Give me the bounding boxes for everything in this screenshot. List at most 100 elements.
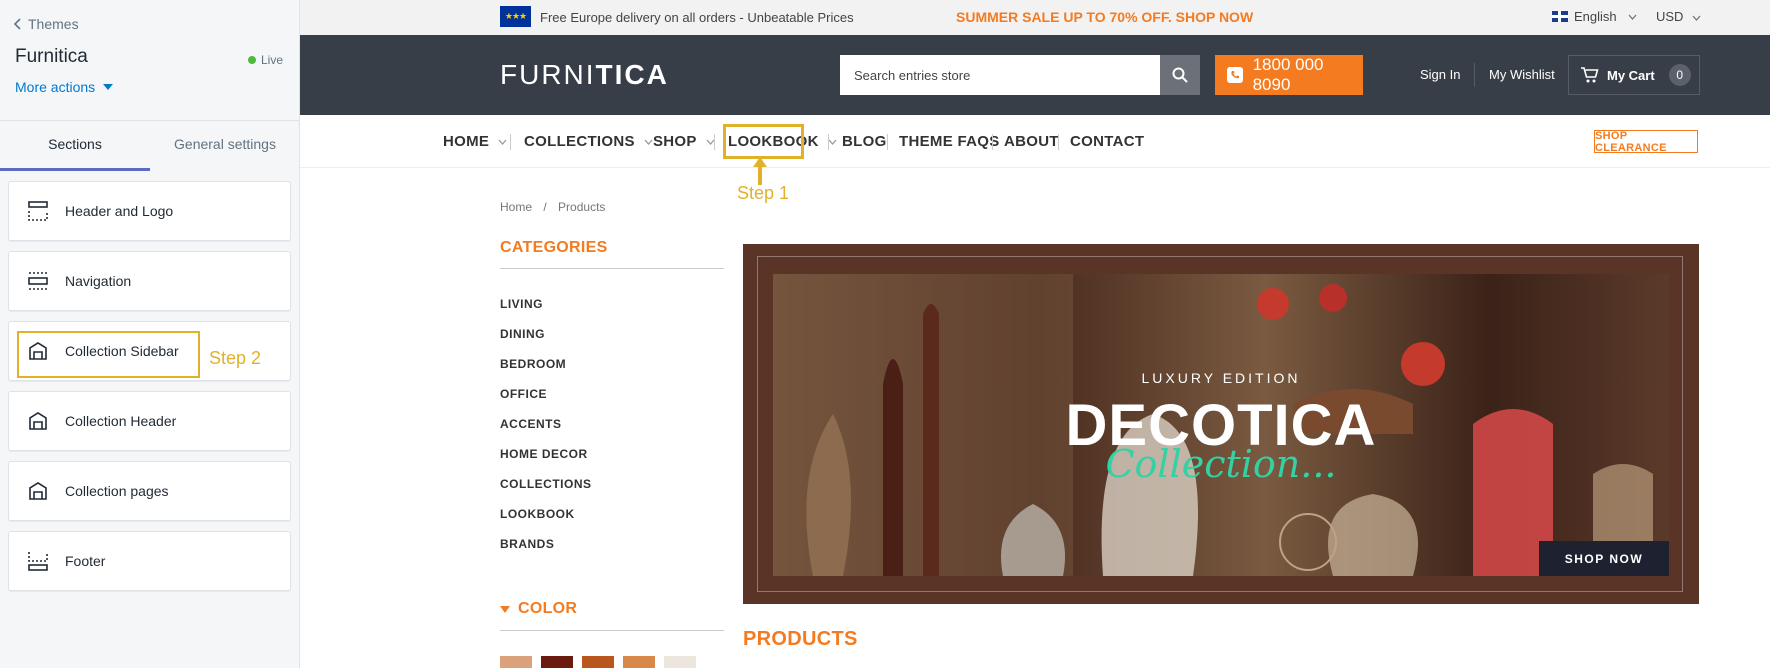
color-filter-heading[interactable]: COLOR bbox=[500, 600, 577, 618]
section-label: Navigation bbox=[65, 273, 132, 289]
shop-now-button[interactable]: SHOP NOW bbox=[1539, 541, 1669, 576]
step1-highlight-box bbox=[723, 124, 804, 159]
nav-label: HOME bbox=[443, 133, 490, 150]
category-link[interactable]: OFFICE bbox=[500, 387, 592, 417]
nav-item-about[interactable]: ABOUT bbox=[1004, 133, 1059, 150]
tab-sections[interactable]: Sections bbox=[0, 121, 150, 171]
main-navigation: HOME COLLECTIONS SHOP LOOKBOOK BLOG THEM… bbox=[300, 115, 1770, 168]
chevron-left-icon bbox=[13, 18, 21, 30]
nav-divider bbox=[887, 134, 888, 150]
chevron-down-icon bbox=[498, 139, 507, 145]
wishlist-link[interactable]: My Wishlist bbox=[1489, 67, 1555, 82]
currency-selector[interactable]: USD bbox=[1656, 9, 1701, 24]
nav-item-collections[interactable]: COLLECTIONS bbox=[524, 133, 653, 150]
sections-list: Header and Logo Navigation Collection Si… bbox=[8, 181, 291, 601]
category-link[interactable]: LIVING bbox=[500, 297, 592, 327]
chevron-down-icon bbox=[644, 139, 653, 145]
nav-item-theme-faqs[interactable]: THEME FAQS bbox=[899, 133, 1000, 150]
store-logo[interactable]: FURNITICA bbox=[500, 59, 669, 91]
header-divider bbox=[1474, 63, 1475, 87]
nav-item-contact[interactable]: CONTACT bbox=[1070, 133, 1144, 150]
color-swatch[interactable] bbox=[582, 656, 614, 668]
color-filter-label: COLOR bbox=[518, 600, 578, 617]
nav-item-blog[interactable]: BLOG bbox=[842, 133, 887, 150]
footer-layout-icon bbox=[28, 552, 48, 571]
category-link[interactable]: HOME DECOR bbox=[500, 447, 592, 477]
chevron-down-icon bbox=[828, 139, 837, 145]
uk-flag-icon bbox=[1552, 11, 1568, 22]
collection-icon bbox=[29, 482, 47, 500]
tab-general-settings[interactable]: General settings bbox=[150, 121, 300, 171]
nav-divider bbox=[828, 134, 829, 150]
back-label: Themes bbox=[28, 16, 79, 32]
nav-label: COLLECTIONS bbox=[524, 133, 635, 150]
section-header-and-logo[interactable]: Header and Logo bbox=[8, 181, 291, 241]
chevron-down-icon bbox=[1692, 15, 1701, 21]
nav-item-shop[interactable]: SHOP bbox=[653, 133, 715, 150]
products-heading: PRODUCTS bbox=[743, 628, 858, 650]
section-label: Header and Logo bbox=[65, 203, 174, 219]
section-footer[interactable]: Footer bbox=[8, 531, 291, 591]
phone-icon bbox=[1227, 67, 1243, 83]
logo-text-bold: TICA bbox=[595, 59, 669, 90]
language-selector[interactable]: English bbox=[1552, 9, 1637, 24]
section-collection-header[interactable]: Collection Header bbox=[8, 391, 291, 451]
categories-divider bbox=[500, 268, 724, 269]
store-preview: ★★★ Free Europe delivery on all orders -… bbox=[300, 0, 1770, 668]
live-dot-icon bbox=[247, 56, 256, 64]
category-link[interactable]: DINING bbox=[500, 327, 592, 357]
breadcrumb-separator: / bbox=[543, 200, 547, 214]
search-placeholder: Search entries store bbox=[854, 67, 971, 83]
nav-divider bbox=[714, 134, 715, 150]
color-swatch[interactable] bbox=[664, 656, 696, 668]
language-label: English bbox=[1574, 9, 1617, 24]
live-status-badge: Live bbox=[247, 53, 283, 67]
caret-down-icon bbox=[103, 84, 114, 90]
shop-clearance-button[interactable]: SHOP CLEARANCE bbox=[1594, 130, 1698, 154]
nav-item-home[interactable]: HOME bbox=[443, 133, 507, 150]
search-button[interactable] bbox=[1160, 55, 1200, 95]
step2-highlight-box bbox=[17, 331, 200, 378]
step1-label: Step 1 bbox=[737, 183, 790, 203]
theme-editor-sidebar: Themes Furnitica Live More actions Secti… bbox=[0, 0, 300, 668]
currency-label: USD bbox=[1656, 9, 1684, 24]
top-announcement-bar: ★★★ Free Europe delivery on all orders -… bbox=[300, 0, 1770, 35]
category-link[interactable]: COLLECTIONS bbox=[500, 477, 592, 507]
breadcrumb-home-link[interactable]: Home bbox=[500, 200, 532, 214]
delivery-message: Free Europe delivery on all orders - Unb… bbox=[540, 10, 854, 25]
sign-in-link[interactable]: Sign In bbox=[1420, 67, 1460, 82]
editor-header: Themes Furnitica Live More actions bbox=[0, 0, 299, 121]
back-to-themes-link[interactable]: Themes bbox=[13, 16, 79, 32]
collection-banner: LUXURY EDITION DECOTICA Collection... SH… bbox=[743, 244, 1699, 604]
color-swatch[interactable] bbox=[623, 656, 655, 668]
category-link[interactable]: LOOKBOOK bbox=[500, 507, 592, 537]
banner-eyebrow: LUXURY EDITION bbox=[1141, 370, 1301, 386]
category-link[interactable]: ACCENTS bbox=[500, 417, 592, 447]
phone-button[interactable]: 1800 000 8090 bbox=[1215, 55, 1363, 95]
breadcrumb: Home / Products bbox=[500, 200, 605, 214]
category-link[interactable]: BEDROOM bbox=[500, 357, 592, 387]
section-label: Collection Header bbox=[65, 413, 177, 429]
category-list: LIVING DINING BEDROOM OFFICE ACCENTS HOM… bbox=[500, 297, 592, 567]
section-navigation[interactable]: Navigation bbox=[8, 251, 291, 311]
more-actions-dropdown[interactable]: More actions bbox=[15, 79, 114, 95]
nav-divider bbox=[992, 134, 993, 150]
summer-sale-link[interactable]: SUMMER SALE UP TO 70% OFF. SHOP NOW bbox=[956, 9, 1253, 25]
eu-flag-icon: ★★★ bbox=[500, 6, 531, 27]
categories-heading: CATEGORIES bbox=[500, 239, 608, 256]
collection-icon bbox=[29, 412, 47, 430]
category-link[interactable]: BRANDS bbox=[500, 537, 592, 567]
caret-down-icon bbox=[500, 605, 510, 613]
chevron-down-icon bbox=[1628, 14, 1637, 20]
section-collection-pages[interactable]: Collection pages bbox=[8, 461, 291, 521]
cart-count-badge: 0 bbox=[1668, 64, 1691, 86]
banner-script-text: Collection... bbox=[1105, 442, 1337, 486]
cart-button[interactable]: My Cart 0 bbox=[1568, 55, 1700, 95]
nav-label: SHOP bbox=[653, 133, 697, 150]
search-input[interactable]: Search entries store bbox=[840, 55, 1160, 95]
color-divider bbox=[500, 630, 724, 631]
color-swatch[interactable] bbox=[541, 656, 573, 668]
more-actions-label: More actions bbox=[15, 79, 96, 95]
color-swatch[interactable] bbox=[500, 656, 532, 668]
section-label: Collection pages bbox=[65, 483, 169, 499]
